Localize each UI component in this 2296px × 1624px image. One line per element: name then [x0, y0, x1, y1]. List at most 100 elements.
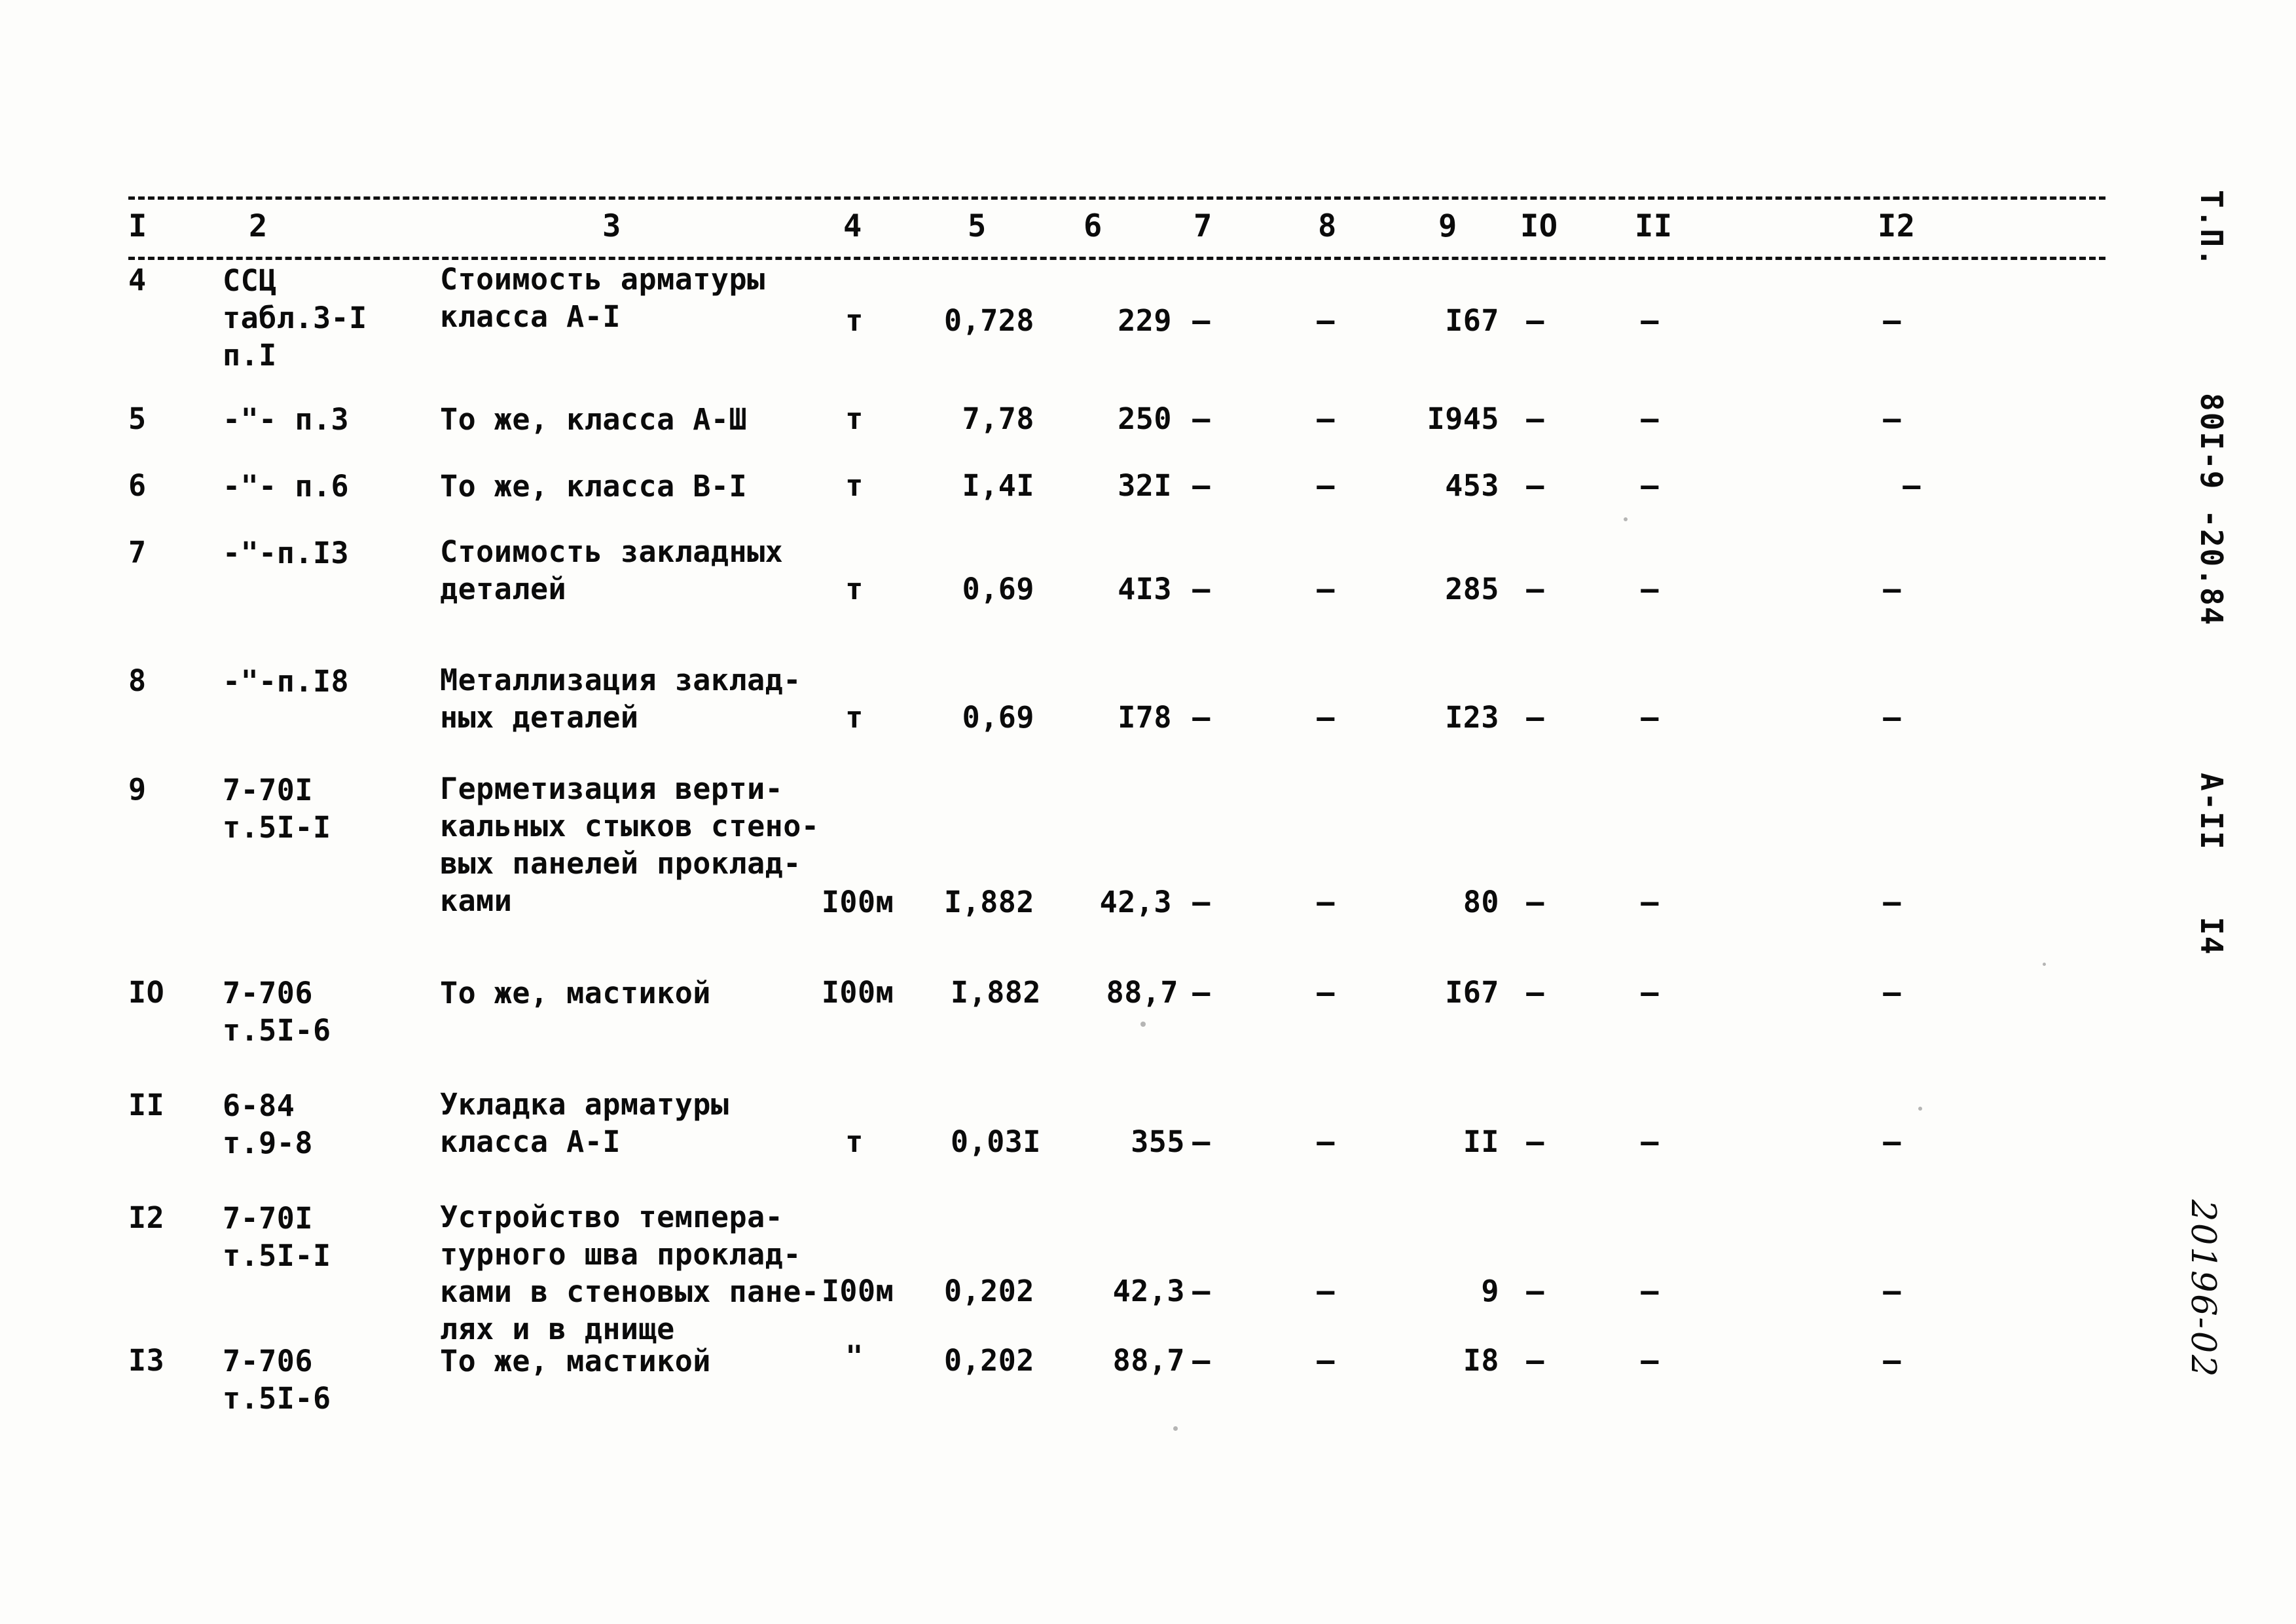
row-col11: –	[1641, 468, 1659, 503]
column-header-10: IO	[1520, 208, 1558, 244]
row-col12: –	[1883, 885, 1901, 919]
row-qty: I,882	[944, 885, 1034, 919]
row-col7: –	[1192, 1343, 1211, 1378]
row-description: То же, класса В-I	[440, 469, 748, 504]
header-rule-top	[128, 196, 2105, 200]
row-number: 8	[128, 663, 147, 698]
scan-speck	[1140, 1022, 1146, 1027]
row-description: Укладка арматуры класса А-I	[440, 1087, 729, 1159]
row-col8: –	[1317, 1124, 1335, 1159]
row-qty: 0,69	[962, 572, 1034, 606]
row-col11: –	[1641, 1343, 1659, 1378]
row-col10: –	[1526, 1343, 1544, 1378]
column-header-1: I	[128, 208, 147, 244]
row-price: 42,3	[1099, 885, 1172, 919]
row-col11: –	[1641, 700, 1659, 735]
row-col8: –	[1317, 468, 1335, 503]
row-price: 229	[1118, 303, 1172, 338]
row-col7: –	[1192, 700, 1211, 735]
row-col10: –	[1526, 975, 1544, 1010]
column-header-11: II	[1635, 208, 1673, 244]
row-col10: –	[1526, 1274, 1544, 1308]
row-col12: –	[1883, 401, 1901, 436]
row-total: I67	[1445, 303, 1499, 338]
row-justification: -"-п.I3	[223, 536, 350, 570]
row-number: II	[128, 1088, 165, 1122]
row-total: 453	[1445, 468, 1499, 503]
column-header-5: 5	[968, 208, 987, 244]
row-col7: –	[1192, 468, 1211, 503]
row-price: 4I3	[1118, 572, 1172, 606]
row-unit: т	[845, 468, 864, 503]
row-price: 32I	[1118, 468, 1172, 503]
margin-stamp-page: I4	[2194, 917, 2229, 956]
row-col8: –	[1317, 1274, 1335, 1308]
row-description: То же, мастикой	[440, 976, 711, 1010]
row-col12: –	[1883, 303, 1901, 338]
row-total: 285	[1445, 572, 1499, 606]
row-qty: 0,202	[944, 1343, 1034, 1378]
row-col8: –	[1317, 885, 1335, 919]
row-description: Герметизация верти- кальных стыков стено…	[440, 771, 820, 918]
row-total: II	[1463, 1124, 1499, 1159]
row-col11: –	[1641, 1274, 1659, 1308]
column-header-12: I2	[1878, 208, 1916, 244]
row-qty: I,4I	[962, 468, 1034, 503]
column-header-7: 7	[1194, 208, 1212, 244]
row-number: 7	[128, 535, 147, 570]
row-number: I3	[128, 1343, 165, 1378]
margin-stamp-tp: Т.П.	[2194, 190, 2229, 268]
row-price: 355	[1131, 1124, 1185, 1159]
row-qty: 0,202	[944, 1274, 1034, 1308]
row-unit: I00м	[821, 975, 894, 1010]
column-header-3: 3	[602, 208, 621, 244]
row-justification: -"- п.6	[223, 469, 350, 504]
row-description: Устройство темпера- турного шва проклад-…	[440, 1200, 820, 1346]
row-col11: –	[1641, 1124, 1659, 1159]
row-col8: –	[1317, 572, 1335, 606]
row-number: 4	[128, 263, 147, 297]
row-col12: –	[1883, 700, 1901, 735]
row-description: То же, класса А-Ш	[440, 402, 748, 437]
row-description: Стоимость закладных деталей	[440, 534, 784, 606]
row-price: I78	[1118, 700, 1172, 735]
row-qty: I,882	[951, 975, 1041, 1010]
row-total: I8	[1463, 1343, 1499, 1378]
column-header-8: 8	[1318, 208, 1337, 244]
row-price: 88,7	[1106, 975, 1178, 1010]
column-header-2: 2	[249, 208, 268, 244]
row-justification: 7-706 т.5I-6	[223, 1344, 331, 1416]
row-qty: 0,728	[944, 303, 1034, 338]
row-justification: -"- п.3	[223, 402, 350, 437]
row-col11: –	[1641, 975, 1659, 1010]
row-unit: "	[845, 1339, 864, 1374]
row-col12: –	[1883, 1124, 1901, 1159]
row-justification: -"-п.I8	[223, 664, 350, 699]
column-header-9: 9	[1438, 208, 1457, 244]
row-total: I23	[1445, 700, 1499, 735]
row-col10: –	[1526, 303, 1544, 338]
row-qty: 0,03I	[951, 1124, 1041, 1159]
row-justification: 7-70I т.5I-I	[223, 773, 331, 845]
row-col7: –	[1192, 572, 1211, 606]
row-col8: –	[1317, 303, 1335, 338]
row-unit: т	[845, 303, 864, 338]
row-col7: –	[1192, 1274, 1211, 1308]
row-total: 9	[1481, 1274, 1499, 1308]
margin-stamp-code: 80I-9 -20.84	[2194, 393, 2229, 627]
row-number: 9	[128, 772, 147, 807]
row-col10: –	[1526, 700, 1544, 735]
row-justification: 7-706 т.5I-6	[223, 976, 331, 1048]
scan-speck	[1624, 517, 1628, 521]
row-justification: ССЦ табл.3-I п.I	[223, 263, 367, 373]
row-col7: –	[1192, 975, 1211, 1010]
column-header-4: 4	[843, 208, 862, 244]
row-total: 80	[1463, 885, 1499, 919]
row-col8: –	[1317, 1343, 1335, 1378]
row-col11: –	[1641, 401, 1659, 436]
header-rule-bottom	[128, 257, 2105, 260]
row-number: I2	[128, 1200, 165, 1235]
row-col10: –	[1526, 401, 1544, 436]
row-col11: –	[1641, 885, 1659, 919]
row-col12: –	[1883, 572, 1901, 606]
